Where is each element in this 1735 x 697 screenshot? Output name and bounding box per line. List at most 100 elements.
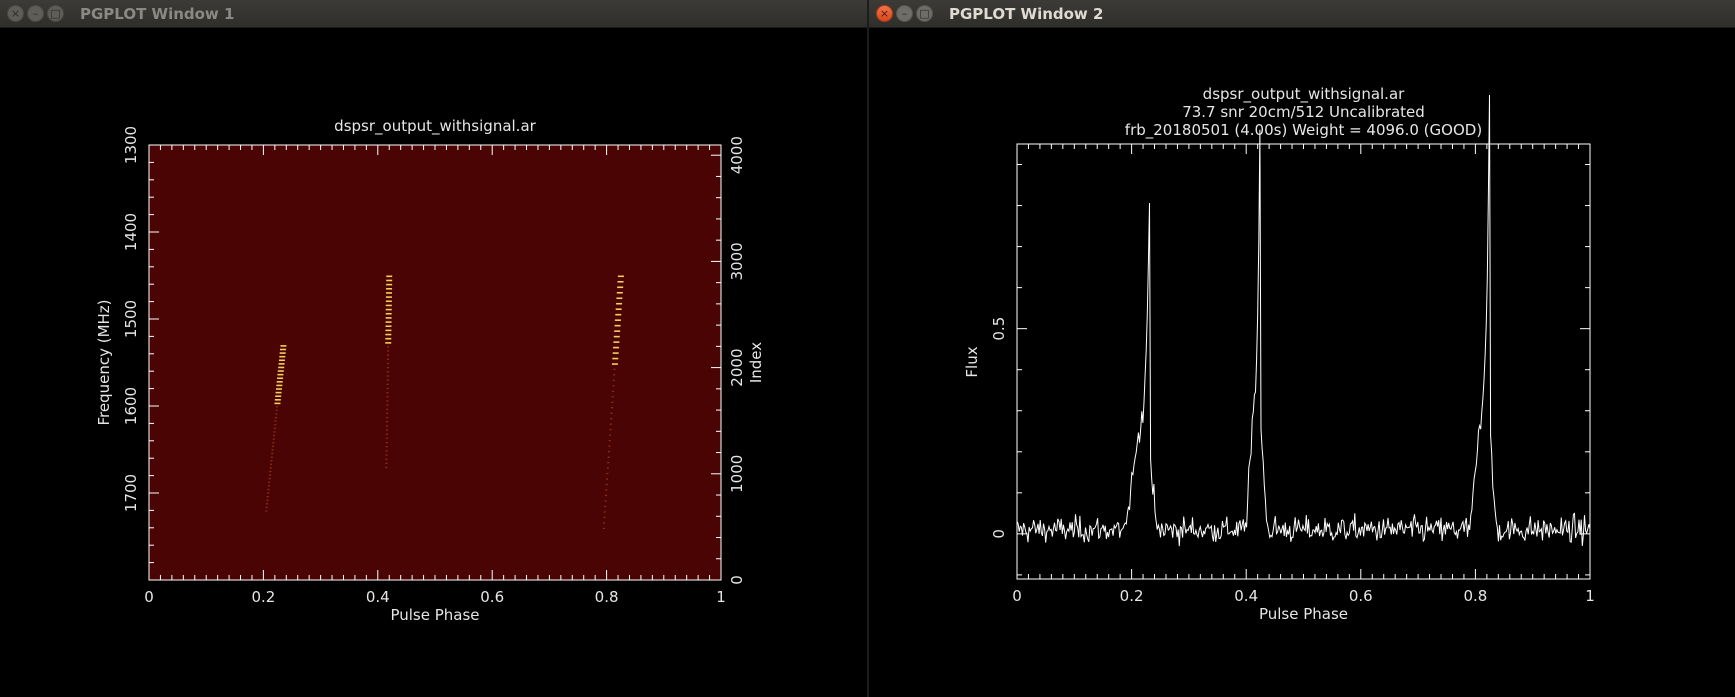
pulse-streak-segment [385, 312, 392, 315]
pulse-streak-segment [612, 357, 619, 360]
pulse-streak-segment [385, 308, 392, 311]
pulse-streak-segment [274, 402, 281, 405]
pulse-streak-segment [608, 445, 611, 447]
pulse-streak-segment [603, 511, 606, 513]
y2-tick-label: 3000 [728, 242, 746, 280]
pulse-streak-segment [267, 488, 270, 491]
pulse-streak-segment [268, 478, 271, 480]
pulse-streak-segment [385, 466, 388, 469]
pulse-streak-segment [607, 451, 610, 453]
y-tick-label: 1500 [122, 300, 140, 338]
minimize-icon[interactable]: – [896, 5, 913, 22]
pulse-streak-segment [386, 367, 389, 369]
pulse-streak-segment [278, 363, 285, 365]
pulse-streak-segment [614, 324, 621, 327]
pulse-streak-segment [613, 346, 620, 349]
pulse-streak-segment [615, 313, 622, 316]
pulse-streak-segment [616, 302, 623, 305]
x-tick-label: 0 [1012, 587, 1022, 605]
pulse-streak-segment [268, 481, 271, 483]
pulse-streak-segment [606, 478, 609, 480]
pulse-streak-segment [274, 420, 277, 422]
chart-title: dspsr_output_withsignal.ar [1203, 85, 1405, 104]
pgplot-window-2: × – □ PGPLOT Window 2 0 0.2 0.4 0.6 0.8 1 0 0.5… [869, 0, 1735, 697]
x-tick-label: 0 [144, 588, 154, 606]
pulse-streak-segment [616, 297, 623, 300]
pulse-streak-segment [609, 423, 612, 425]
y-tick-label: 1600 [122, 387, 140, 425]
minimize-icon[interactable]: – [27, 5, 44, 22]
pulse-streak-segment [387, 346, 390, 348]
pulse-streak-segment [386, 416, 389, 419]
pulse-streak-segment [609, 434, 612, 436]
pulse-streak-segment [613, 368, 616, 370]
chart-subtitle: frb_20180501 (4.00s) Weight = 4096.0 (GO… [1125, 121, 1482, 140]
pulse-streak-segment [386, 404, 389, 406]
y-tick-label: 1700 [122, 474, 140, 512]
pulse-streak-segment [273, 427, 276, 429]
pulse-streak-segment [275, 409, 278, 411]
close-icon[interactable]: × [7, 5, 24, 22]
maximize-icon[interactable]: □ [47, 5, 64, 22]
pulse-streak-segment [604, 500, 607, 502]
pulse-streak-segment [265, 510, 268, 512]
pulse-streak-segment [611, 396, 614, 398]
x-tick-label: 0.8 [595, 588, 619, 606]
y-tick-label: 1300 [122, 126, 140, 164]
pulse-streak-segment [610, 412, 613, 414]
pulse-streak-segment [385, 329, 392, 332]
close-icon[interactable]: × [876, 5, 893, 22]
x-tick-label: 0.8 [1463, 587, 1487, 605]
x-tick-label: 0.2 [251, 588, 275, 606]
x-tick-label: 0.4 [366, 588, 390, 606]
pulse-streak-segment [607, 461, 610, 464]
pulse-streak-segment [276, 406, 279, 408]
pulse-streak-segment [268, 474, 271, 476]
y2-tick-label: 4000 [728, 136, 746, 174]
y-tick-label: 0.5 [990, 317, 1008, 341]
pulse-streak-segment [385, 300, 392, 303]
heatmap-background [149, 145, 721, 580]
window-2-titlebar[interactable]: × – □ PGPLOT Window 2 [869, 0, 1735, 28]
pulse-streak-segment [615, 308, 622, 311]
pulse-streak-segment [607, 456, 610, 458]
pulse-streak-segment [275, 395, 282, 398]
profile-series-line [1016, 94, 1591, 547]
window-1-title: PGPLOT Window 1 [80, 4, 235, 23]
pulse-streak-segment [385, 292, 392, 294]
pulse-streak-segment [277, 377, 284, 380]
pulse-streak-segment [270, 460, 273, 462]
pulse-streak-segment [269, 470, 272, 473]
pulse-streak-segment [267, 492, 270, 494]
pulse-streak-segment [609, 429, 612, 431]
pulse-streak-segment [279, 355, 286, 358]
pulse-streak-segment [386, 425, 389, 427]
pulse-streak-segment [385, 441, 388, 444]
y2-tick-label: 1000 [728, 455, 746, 493]
pulse-streak-segment [611, 401, 614, 403]
pulse-streak-segment [385, 304, 392, 307]
pulse-streak-segment [386, 279, 393, 282]
pulse-streak-segment [606, 472, 609, 475]
pulse-streak-segment [273, 431, 276, 433]
window-1-titlebar[interactable]: × – □ PGPLOT Window 1 [0, 0, 867, 28]
pulse-streak-segment [608, 440, 611, 442]
x-tick-label: 0.6 [1349, 587, 1373, 605]
x-tick-label: 0.6 [480, 588, 504, 606]
pulse-streak-segment [605, 489, 608, 491]
pulse-streak-segment [274, 424, 277, 426]
maximize-icon[interactable]: □ [916, 5, 933, 22]
x-tick-label: 0.2 [1120, 587, 1144, 605]
pulse-streak-segment [273, 434, 276, 437]
pulse-streak-segment [610, 407, 613, 409]
chart-title: dspsr_output_withsignal.ar [334, 117, 536, 136]
y-axis-label: Frequency (MHz) [95, 299, 113, 425]
pulse-streak-segment [277, 370, 284, 372]
pulse-streak-segment [271, 445, 274, 447]
x-axis-label: Pulse Phase [1259, 605, 1348, 623]
pulse-streak-segment [386, 421, 389, 423]
pulse-streak-segment [266, 496, 269, 498]
pulse-streak-segment [266, 503, 269, 505]
pulse-streak-segment [270, 456, 273, 458]
pulse-streak-segment [386, 392, 389, 394]
